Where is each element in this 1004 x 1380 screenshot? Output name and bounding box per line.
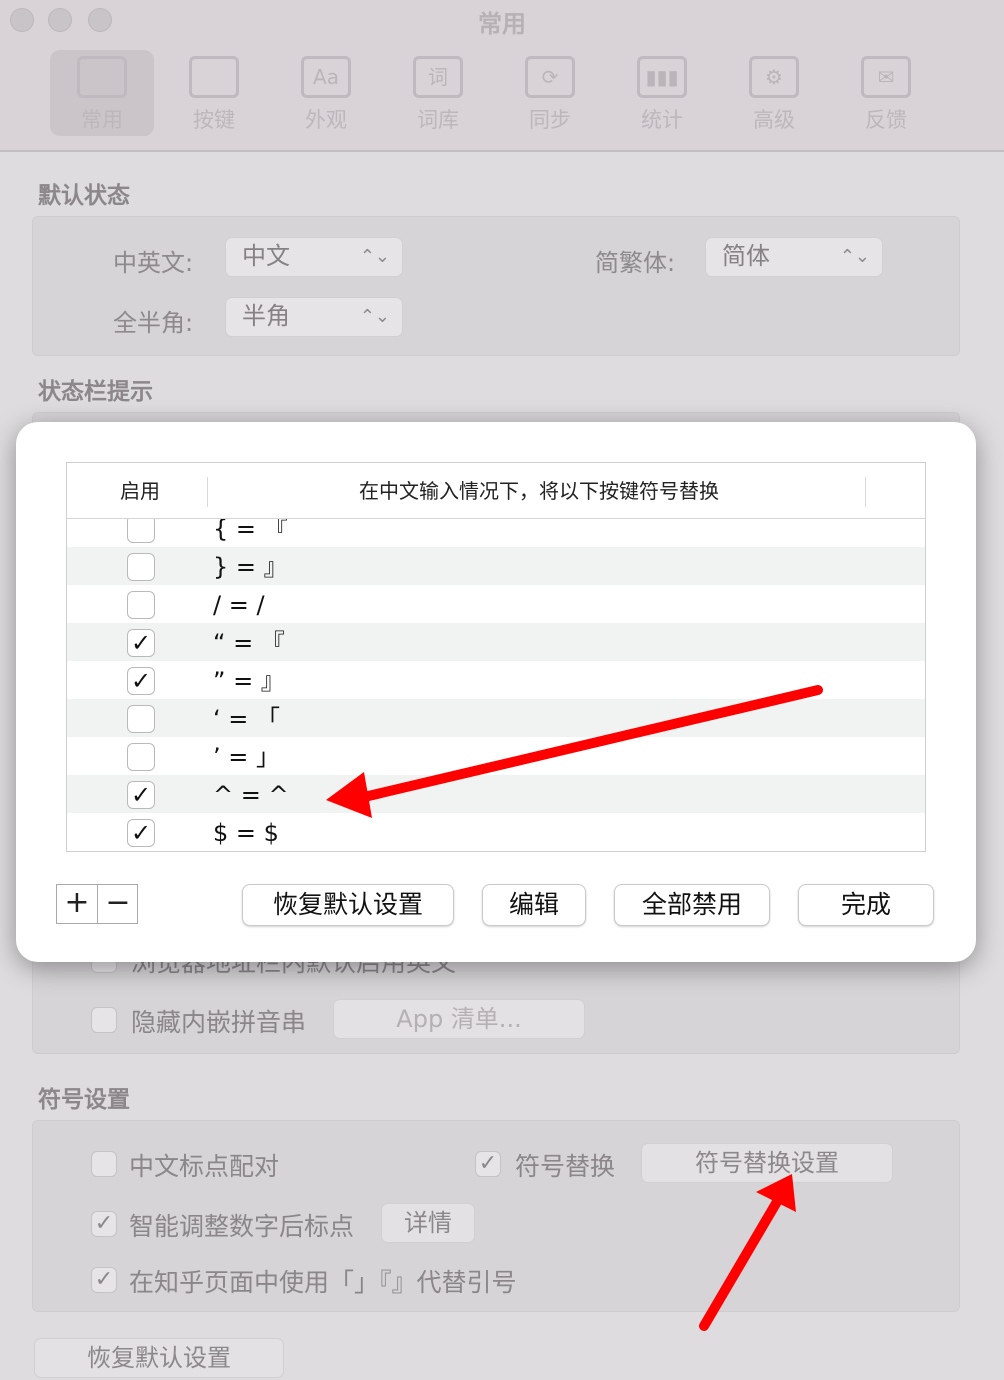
annotation-arrow-line bbox=[355, 685, 823, 803]
annotation-arrows bbox=[326, 685, 823, 1331]
annotation-arrow-head bbox=[326, 772, 372, 818]
annotation-arrow-line bbox=[699, 1195, 783, 1331]
